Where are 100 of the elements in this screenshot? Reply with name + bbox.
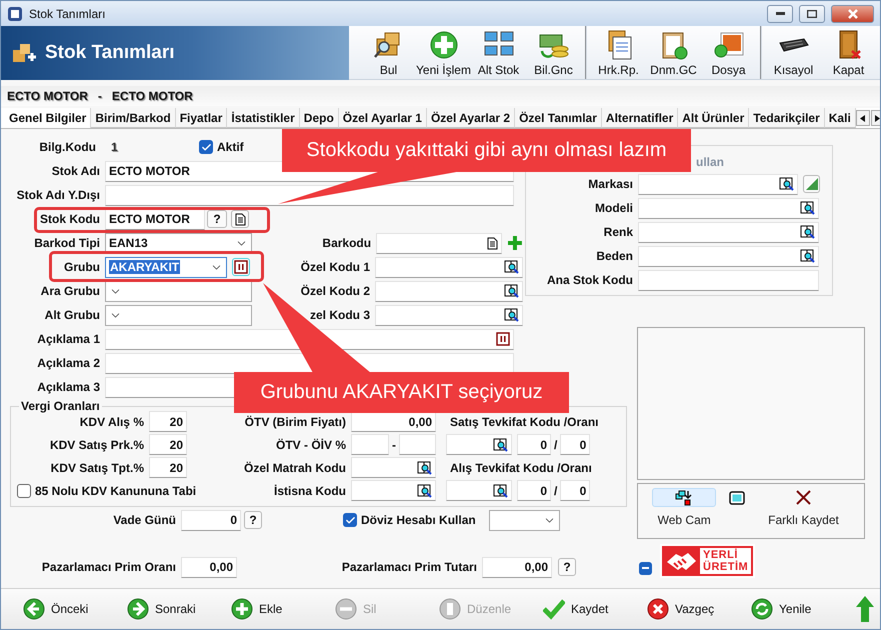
input-field[interactable]: 0 [560,434,590,455]
toolbar-button[interactable]: Kaydet [543,598,647,620]
input-field[interactable]: 0 [181,510,241,530]
tab[interactable]: Özel Ayarlar 2 [426,108,516,128]
toolbar-button[interactable]: Kapat [821,26,876,79]
document-button[interactable] [231,210,249,228]
toolbar-button[interactable]: Önceki [23,598,127,620]
up-arrow-icon[interactable] [855,595,875,623]
toolbar-button[interactable]: Vazgeç [647,598,751,620]
lookup-icon[interactable] [800,201,815,215]
toolbar-button[interactable]: Dosya [701,26,756,79]
help-button[interactable]: ? [558,558,576,576]
input-field[interactable] [105,184,514,206]
input-field[interactable] [638,246,819,266]
input-field[interactable] [376,232,502,254]
app-icon [7,6,23,22]
tab[interactable]: Alternatifler [602,108,678,128]
photo-button[interactable]: Web Cam [646,488,722,536]
input-field[interactable]: 0 [517,480,551,501]
input-field[interactable] [446,480,512,501]
toolbar-button[interactable]: Alt Stok [471,26,526,79]
document-icon [487,236,498,250]
toolbar-button[interactable]: Ekle [231,598,335,620]
field-label: Grubu [64,260,100,274]
lookup-icon[interactable] [779,177,794,191]
toolbar-button[interactable]: Sonraki [127,598,231,620]
dropdown[interactable] [105,280,252,302]
input-field[interactable] [638,198,819,218]
field-label: ÖTV (Birim Fiyatı) [244,414,346,428]
triangle-icon [806,178,818,190]
add-icon[interactable] [507,235,523,251]
tab[interactable]: Özel Tanımlar [515,108,602,128]
toolbar-button[interactable]: Hrk.Rp. [591,26,646,79]
input-field[interactable]: 0,00 [351,411,436,432]
minimize-button[interactable] [767,4,793,22]
field-label: Vade Günü [113,513,176,527]
input-field[interactable]: 20 [149,411,187,432]
pause-icon[interactable] [496,332,510,346]
lookup-icon[interactable] [504,308,519,322]
toolbar-button[interactable]: Bil.Gnc [526,26,581,79]
lookup-icon[interactable] [417,484,432,498]
checkbox[interactable] [343,513,357,527]
lookup-icon[interactable] [800,225,815,239]
input-field[interactable] [375,280,523,302]
input-field[interactable] [446,434,512,455]
scroll-left-button[interactable] [856,110,870,126]
tab[interactable]: Birim/Barkod [91,108,176,128]
photo-button[interactable]: Farklı Kaydet [751,488,856,536]
checkbox[interactable] [17,484,31,498]
input-field[interactable] [375,304,523,326]
toolbar-button[interactable]: Yeni İşlem [416,26,471,79]
input-field[interactable] [638,174,798,194]
input-field[interactable] [638,222,819,242]
input-field[interactable]: ECTO MOTOR [105,208,205,230]
input-field[interactable]: 0,00 [181,556,237,578]
lookup-icon[interactable] [417,460,432,474]
input-field[interactable] [105,328,514,350]
input-field[interactable]: 0 [560,480,590,501]
lookup-icon[interactable] [504,284,519,298]
tab[interactable]: Tedarikçiler [749,108,825,128]
toolbar-button[interactable]: Kısayol [766,26,821,79]
toolbar-button[interactable]: Dnm.GC [646,26,701,79]
tab[interactable]: Kali [824,108,856,128]
input-field[interactable] [351,457,436,478]
maximize-button[interactable] [799,4,825,22]
tab[interactable]: İstatistikler [227,108,300,128]
input-field[interactable] [399,434,436,455]
input-field[interactable]: 0,00 [482,556,552,578]
input-field[interactable] [351,434,389,455]
record-number: 1 [111,140,119,154]
input-field[interactable]: 20 [149,434,187,455]
input-field[interactable]: 0 [517,434,551,455]
lookup-icon[interactable] [800,249,815,263]
record-name: ECTO MOTOR [7,89,88,103]
input-field[interactable]: 20 [149,457,187,478]
minus-icon [642,567,649,569]
help-button[interactable]: ? [207,210,227,228]
dropdown[interactable]: AKARYAKIT [105,256,227,278]
lookup-icon[interactable] [504,260,519,274]
field-label: Barkodu [322,236,372,250]
tab[interactable]: Alt Ürünler [678,108,750,128]
input-field[interactable] [638,270,819,290]
toolbar-button[interactable]: Bul [361,26,416,79]
close-button[interactable] [831,4,874,22]
tab[interactable]: Fiyatlar [176,108,228,128]
input-field[interactable] [375,256,523,278]
lookup-icon[interactable] [493,438,508,452]
help-button[interactable]: ? [244,511,262,529]
check-icon [344,514,356,526]
lookup-icon[interactable] [493,484,508,498]
tab[interactable]: Özel Ayarlar 1 [338,108,427,128]
input-field[interactable] [351,480,436,501]
tab[interactable]: Depo [300,108,339,128]
toolbar-button[interactable]: Yenile [751,598,855,620]
field-label: Özel Kodu 2 [300,284,370,298]
minus-icon [335,598,357,620]
plus-circle-icon [428,29,460,61]
active-checkbox[interactable] [199,140,213,154]
color-button[interactable] [803,175,820,193]
collapse-button[interactable] [639,562,652,574]
